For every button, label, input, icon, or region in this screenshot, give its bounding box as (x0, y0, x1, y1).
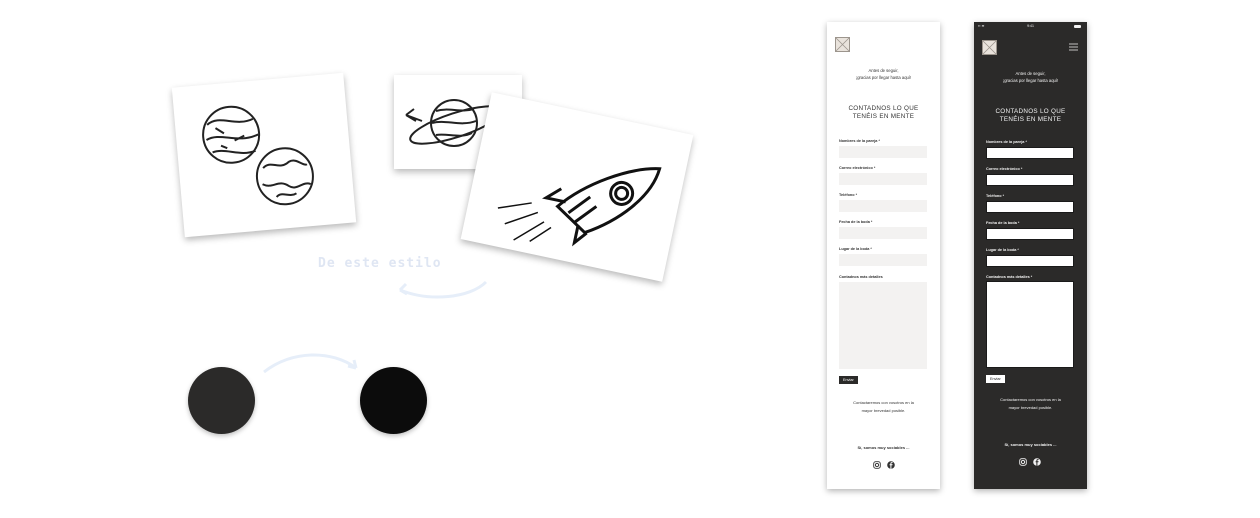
intro-text: Antes de seguir, ¡gracias por llegar has… (1002, 71, 1059, 83)
battery-icon (1074, 25, 1081, 28)
field-label-email: Correo electrónico * (839, 166, 876, 170)
field-label-phone: Teléfono * (986, 194, 1005, 198)
field-label-date: Fecha de la boda * (986, 221, 1020, 225)
style-annotation-label: De este estilo (318, 256, 442, 271)
field-label-date: Fecha de la boda * (839, 220, 873, 224)
intro-text: Antes de seguir, ¡gracias por llegar has… (855, 68, 912, 80)
color-swatch-black (360, 367, 427, 434)
contact-note: Contactaremos con vosotros en la mayor b… (853, 400, 914, 413)
status-time: 9:41 (1027, 24, 1034, 28)
instagram-icon[interactable] (1019, 458, 1027, 466)
rocket-drawing (497, 167, 662, 247)
curved-arrow-icon (263, 353, 358, 374)
send-button[interactable]: Enviar (839, 376, 858, 384)
contact-form-mockup-light: Antes de seguir, ¡gracias por llegar has… (827, 22, 940, 489)
field-label-place: Lugar de la boda * (986, 248, 1019, 252)
planets-illustration-card (171, 72, 357, 238)
date-input[interactable] (839, 227, 927, 239)
instagram-icon[interactable] (873, 461, 881, 469)
facebook-icon[interactable] (1033, 458, 1041, 466)
form-title: CONTADNOS LO QUE TENÉIS EN MENTE (995, 108, 1066, 123)
status-bar: ▪▪ ≋ 9:41 (974, 24, 1087, 30)
logo-placeholder-icon (982, 40, 997, 55)
hamburger-menu-icon[interactable] (1069, 43, 1078, 51)
field-label-names: Nombres de la pareja * (986, 140, 1027, 144)
contact-form-mockup-dark: ▪▪ ≋ 9:41 Antes de seguir, ¡gracias por … (974, 22, 1087, 489)
logo-placeholder-icon (835, 37, 850, 52)
details-textarea[interactable] (986, 281, 1074, 368)
place-input[interactable] (986, 255, 1074, 267)
email-input[interactable] (839, 173, 927, 185)
field-label-names: Nombres de la pareja * (839, 139, 880, 143)
facebook-icon[interactable] (887, 461, 895, 469)
field-label-place: Lugar de la boda * (839, 247, 872, 251)
phone-input[interactable] (986, 201, 1074, 213)
date-input[interactable] (986, 228, 1074, 240)
rocket-illustration-card (460, 92, 694, 282)
planets-drawing (202, 105, 314, 206)
details-textarea[interactable] (839, 282, 927, 369)
phone-input[interactable] (839, 200, 927, 212)
field-label-details: Contadnos más detalles * (986, 275, 1033, 279)
email-input[interactable] (986, 174, 1074, 186)
field-label-email: Correo electrónico * (986, 167, 1023, 171)
place-input[interactable] (839, 254, 927, 266)
field-label-phone: Teléfono * (839, 193, 858, 197)
send-button[interactable]: Enviar (986, 375, 1005, 383)
social-text: Sí, somos muy sociables ... (1004, 442, 1057, 447)
contact-note: Contactaremos con vosotros en la mayor b… (1000, 397, 1061, 410)
names-input[interactable] (839, 146, 927, 158)
names-input[interactable] (986, 147, 1074, 159)
field-label-details: Contadnos más detalles (839, 275, 883, 279)
social-text: Sí, somos muy sociables ... (857, 445, 910, 450)
form-title: CONTADNOS LO QUE TENÉIS EN MENTE (848, 105, 919, 120)
color-swatch-dark-gray (188, 367, 255, 434)
curved-arrow-icon (398, 280, 488, 299)
